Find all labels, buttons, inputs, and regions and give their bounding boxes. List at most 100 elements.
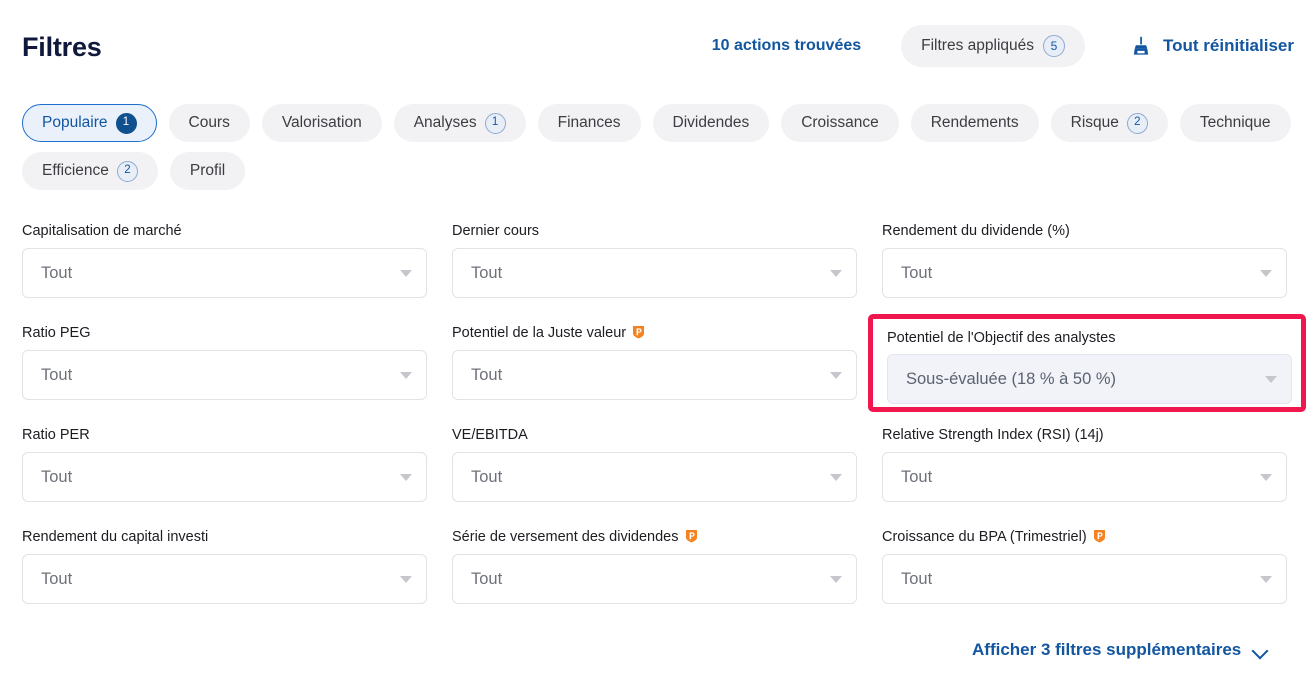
filter-select[interactable]: Tout bbox=[452, 452, 857, 502]
tab-technique[interactable]: Technique bbox=[1179, 104, 1291, 142]
filter-field: Ratio PER Tout bbox=[22, 426, 452, 528]
tab-label: Cours bbox=[188, 114, 230, 131]
tab-dividendes[interactable]: Dividendes bbox=[652, 104, 770, 142]
tab-badge: 2 bbox=[1126, 112, 1148, 134]
filter-label: Ratio PER bbox=[22, 426, 452, 444]
tab-label: Populaire bbox=[42, 114, 108, 131]
filter-select-value: Tout bbox=[41, 467, 73, 486]
filter-label-text: VE/EBITDA bbox=[452, 427, 528, 443]
header-actions: 10 actions trouvées Filtres appliqués 5 … bbox=[712, 25, 1294, 67]
filter-select-value: Sous-évaluée (18 % à 50 %) bbox=[906, 369, 1117, 388]
filter-field: Série de versement des dividendes Tout bbox=[452, 528, 882, 630]
filter-label-text: Potentiel de l'Objectif des analystes bbox=[887, 330, 1116, 346]
filters-panel: Filtres 10 actions trouvées Filtres appl… bbox=[0, 0, 1316, 678]
filter-label: Ratio PEG bbox=[22, 324, 452, 342]
filter-label: VE/EBITDA bbox=[452, 426, 882, 444]
tab-badge: 1 bbox=[484, 112, 506, 134]
filter-field: Rendement du dividende (%) Tout bbox=[882, 222, 1294, 324]
results-count: 10 actions trouvées bbox=[711, 37, 862, 54]
filter-select[interactable]: Tout bbox=[22, 350, 427, 400]
filter-label-text: Capitalisation de marché bbox=[22, 223, 182, 239]
filter-field: Capitalisation de marché Tout bbox=[22, 222, 452, 324]
pro-badge-icon bbox=[1093, 529, 1106, 543]
filters-header: Filtres 10 actions trouvées Filtres appl… bbox=[0, 0, 1316, 92]
chevron-down-icon bbox=[1260, 269, 1272, 277]
tab-label: Profil bbox=[189, 162, 226, 179]
chevron-down-icon bbox=[830, 269, 842, 277]
filter-label-text: Potentiel de la Juste valeur bbox=[452, 325, 627, 341]
filter-select-value: Tout bbox=[41, 365, 73, 384]
filter-label-text: Dernier cours bbox=[452, 223, 540, 239]
applied-filters-button[interactable]: Filtres appliqués 5 bbox=[901, 25, 1085, 67]
tab-populaire[interactable]: Populaire 1 bbox=[22, 104, 157, 142]
chevron-down-icon bbox=[830, 371, 842, 379]
filter-select-value: Tout bbox=[901, 467, 933, 486]
filter-select[interactable]: Tout bbox=[882, 554, 1287, 604]
filter-label: Série de versement des dividendes bbox=[452, 528, 882, 546]
filter-label: Rendement du capital investi bbox=[22, 528, 452, 546]
filter-select[interactable]: Tout bbox=[882, 452, 1287, 502]
filter-label-text: Croissance du BPA (Trimestriel) bbox=[882, 529, 1087, 545]
chevron-down-icon bbox=[1260, 575, 1272, 583]
filter-select[interactable]: Tout bbox=[882, 248, 1287, 298]
filter-select-value: Tout bbox=[901, 569, 933, 588]
tab-analyses[interactable]: Analyses 1 bbox=[393, 104, 526, 142]
filter-label: Potentiel de la Juste valeur bbox=[452, 324, 882, 342]
tab-label: Risque bbox=[1070, 114, 1119, 131]
filter-select[interactable]: Tout bbox=[452, 350, 857, 400]
tab-badge: 1 bbox=[115, 112, 137, 134]
filter-select-value: Tout bbox=[41, 569, 73, 588]
page-title: Filtres bbox=[22, 31, 102, 62]
filter-field: Potentiel de l'Objectif des analystes Sou… bbox=[868, 314, 1306, 412]
filter-select[interactable]: Tout bbox=[22, 554, 427, 604]
filter-category-tabs: Populaire 1 Cours Valorisation Analyses 1 Fina… bbox=[22, 104, 1296, 190]
tab-label: Efficience bbox=[42, 162, 109, 179]
tab-efficience[interactable]: Efficience 2 bbox=[22, 152, 158, 190]
filter-select[interactable]: Sous-évaluée (18 % à 50 %) bbox=[887, 354, 1292, 404]
filter-field: Potentiel de la Juste valeur Tout bbox=[452, 324, 882, 426]
tab-finances[interactable]: Finances bbox=[537, 104, 641, 142]
chevron-down-icon bbox=[400, 575, 412, 583]
tab-risque[interactable]: Risque 2 bbox=[1050, 104, 1168, 142]
filter-field: Croissance du BPA (Trimestriel) Tout bbox=[882, 528, 1294, 630]
tab-label: Croissance bbox=[801, 114, 879, 131]
tab-label: Finances bbox=[557, 114, 621, 131]
applied-filters-count: 5 bbox=[1043, 35, 1065, 57]
chevron-down-icon bbox=[1260, 473, 1272, 481]
show-more-filters-button[interactable]: Afficher 3 filtres supplémentaires bbox=[972, 640, 1269, 660]
tab-badge: 2 bbox=[116, 160, 138, 182]
chevron-down-icon bbox=[400, 371, 412, 379]
tab-croissance[interactable]: Croissance bbox=[781, 104, 899, 142]
filter-field: Rendement du capital investi Tout bbox=[22, 528, 452, 630]
chevron-down-icon bbox=[830, 575, 842, 583]
filter-select-value: Tout bbox=[471, 263, 503, 282]
chevron-down-icon bbox=[1265, 375, 1277, 383]
filter-label: Relative Strength Index (RSI) (14j) bbox=[882, 426, 1294, 444]
filter-select[interactable]: Tout bbox=[452, 248, 857, 298]
tab-profil[interactable]: Profil bbox=[169, 152, 246, 190]
filter-label: Dernier cours bbox=[452, 222, 882, 240]
filter-label-text: Rendement du capital investi bbox=[22, 529, 209, 545]
chevron-down-icon bbox=[1253, 645, 1269, 655]
filters-grid: Capitalisation de marché Tout Dernier cour… bbox=[22, 222, 1306, 630]
filter-select-value: Tout bbox=[471, 467, 503, 486]
filter-field: Relative Strength Index (RSI) (14j) Tout bbox=[882, 426, 1294, 528]
filter-select[interactable]: Tout bbox=[22, 452, 427, 502]
filter-label-text: Ratio PER bbox=[22, 427, 90, 443]
tab-label: Rendements bbox=[930, 114, 1019, 131]
filter-select-value: Tout bbox=[41, 263, 73, 282]
reset-all-label: Tout réinitialiser bbox=[1163, 36, 1294, 55]
reset-all-button[interactable]: Tout réinitialiser bbox=[1130, 35, 1294, 57]
filter-label-text: Série de versement des dividendes bbox=[452, 529, 679, 545]
chevron-down-icon bbox=[400, 473, 412, 481]
filter-select[interactable]: Tout bbox=[452, 554, 857, 604]
pro-badge-icon bbox=[632, 325, 645, 339]
tab-label: Dividendes bbox=[672, 114, 750, 131]
tab-cours[interactable]: Cours bbox=[168, 104, 250, 142]
filter-field: Ratio PEG Tout bbox=[22, 324, 452, 426]
filter-label: Croissance du BPA (Trimestriel) bbox=[882, 528, 1294, 546]
filter-label-text: Rendement du dividende (%) bbox=[882, 223, 1070, 239]
tab-valorisation[interactable]: Valorisation bbox=[261, 104, 382, 142]
filter-select[interactable]: Tout bbox=[22, 248, 427, 298]
tab-rendements[interactable]: Rendements bbox=[910, 104, 1039, 142]
